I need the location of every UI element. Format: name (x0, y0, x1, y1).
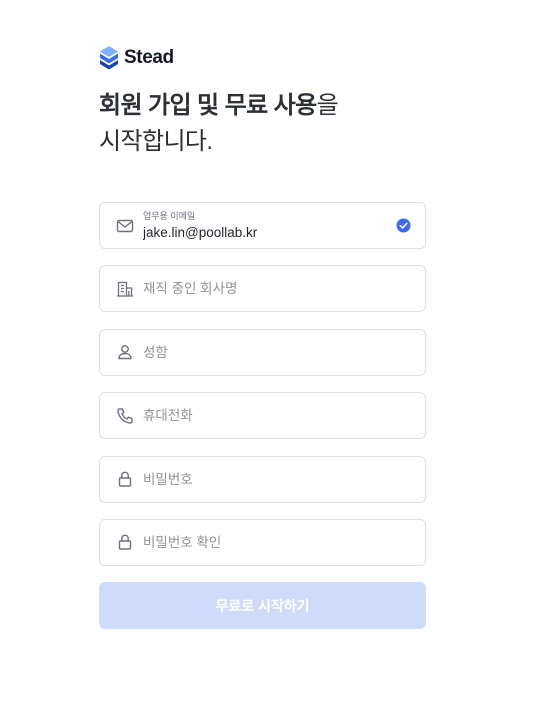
email-field[interactable]: 업무용 이메일 (99, 202, 426, 249)
password-input[interactable] (143, 471, 411, 487)
name-input[interactable] (143, 344, 411, 360)
company-field[interactable] (99, 265, 426, 313)
name-field[interactable] (99, 328, 426, 376)
stead-logo-icon (100, 46, 118, 70)
phone-field[interactable] (99, 392, 426, 440)
title-bold: 회원 가입 및 무료 사용 (99, 92, 317, 119)
phone-input[interactable] (143, 408, 411, 424)
building-icon (116, 280, 134, 298)
page-title: 회원 가입 및 무료 사용을 시작합니다. (99, 88, 426, 160)
brand: Stead (99, 45, 426, 71)
email-input[interactable] (143, 224, 396, 241)
mail-icon (116, 217, 134, 235)
title-particle: 을 (316, 92, 339, 119)
brand-name: Stead (124, 47, 174, 68)
title-line2: 시작합니다. (99, 128, 213, 155)
verified-check-icon (396, 218, 411, 233)
lock-icon (116, 470, 134, 488)
signup-panel: Stead 회원 가입 및 무료 사용을 시작합니다. 업무용 이메일 jake… (99, 45, 426, 630)
password-confirm-input[interactable] (143, 534, 411, 550)
lock-icon (116, 533, 134, 551)
email-stack: 업무용 이메일 (143, 210, 396, 241)
person-icon (116, 343, 134, 361)
phone-icon (116, 407, 134, 425)
company-input[interactable] (143, 281, 411, 297)
email-label: 업무용 이메일 (143, 211, 196, 221)
password-field[interactable] (99, 455, 426, 503)
password-confirm-field[interactable] (99, 518, 426, 566)
signup-form: 업무용 이메일 jake.lin@poollab.kr 재직 중인 회사명 성함… (99, 202, 426, 630)
start-free-button[interactable]: 무료로 시작하기 (99, 582, 426, 630)
